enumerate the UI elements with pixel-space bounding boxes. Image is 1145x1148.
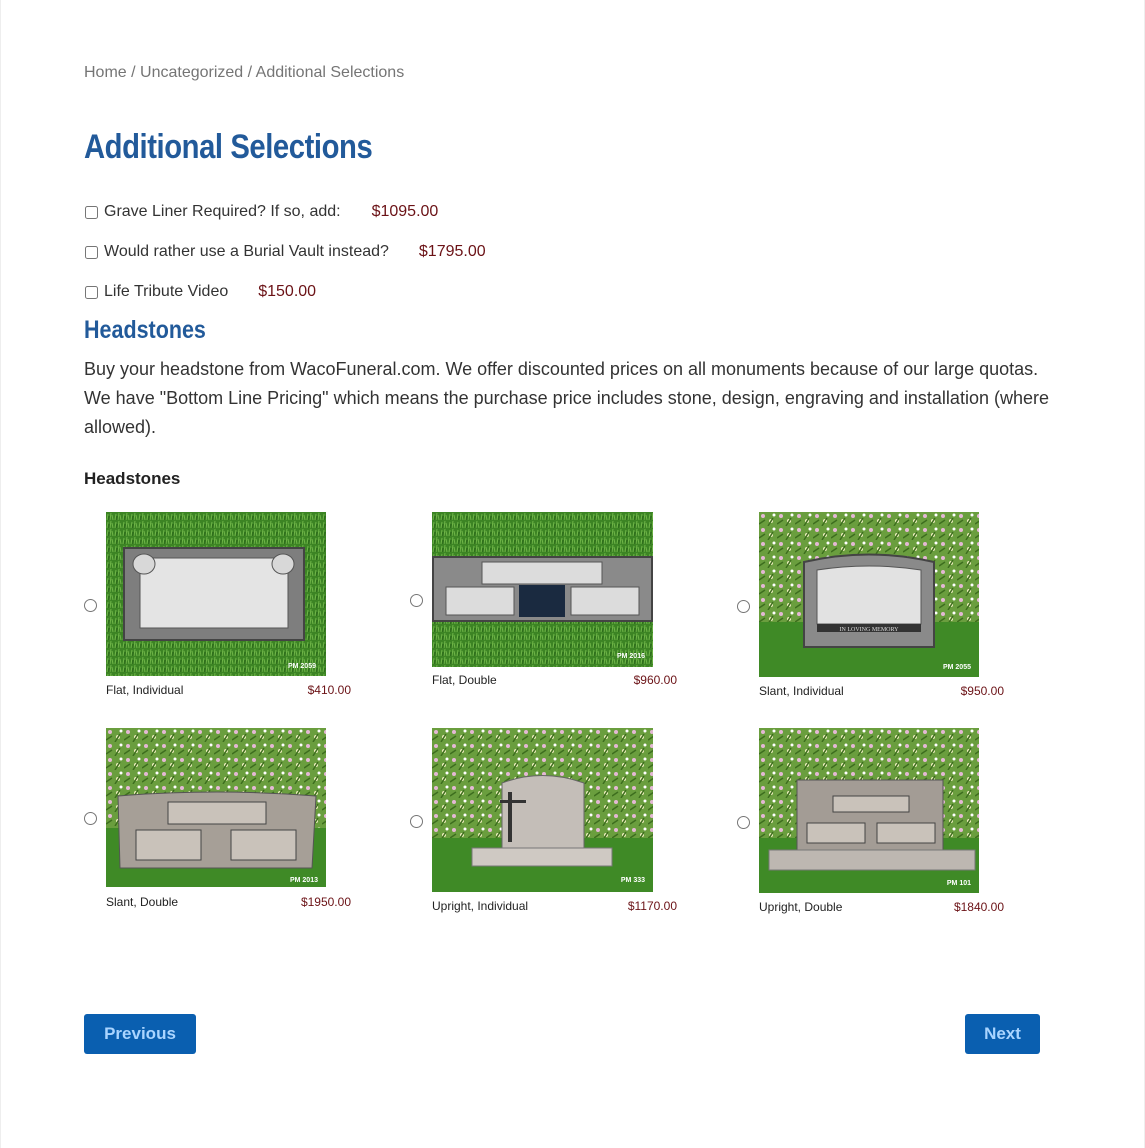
headstone-option-slant-double[interactable]: PM 2013 Slant, Double $1950.00 [84, 728, 364, 918]
addon-price: $1095.00 [371, 203, 439, 220]
model-number: PM 2013 [290, 877, 318, 884]
headstone-option-flat-double[interactable]: PM 2016 Flat, Double $960.00 [410, 512, 690, 692]
headstone-name: Upright, Double [759, 900, 843, 914]
addon-price: $150.00 [258, 283, 317, 300]
headstone-option-flat-individual[interactable]: PM 2059 Flat, Individual $410.00 [84, 512, 364, 702]
addon-price: $1795.00 [418, 243, 486, 260]
headstone-caption: Slant, Individual $950.00 [759, 684, 1004, 698]
breadcrumb-separator: / [126, 64, 141, 81]
model-number: PM 2059 [288, 663, 316, 670]
breadcrumb: Home / Uncategorized / Additional Select… [84, 64, 404, 82]
headstone-name: Slant, Double [106, 895, 179, 909]
headstone-caption: Flat, Individual $410.00 [106, 683, 351, 697]
next-button[interactable]: Next [965, 1014, 1040, 1054]
headstone-radio[interactable] [410, 594, 423, 607]
flat-individual-headstone-illustration: PM 2059 [106, 512, 326, 676]
upright-individual-headstone-illustration: PM 333 [432, 728, 653, 892]
model-number: PM 101 [947, 880, 971, 887]
breadcrumb-home[interactable]: Home [84, 64, 127, 81]
breadcrumb-current: Additional Selections [255, 64, 405, 81]
page-title: Additional Selections [84, 128, 373, 166]
headstone-price: $1170.00 [627, 899, 677, 913]
model-number: PM 2055 [943, 664, 971, 671]
headstone-image: PM 101 [759, 728, 979, 893]
headstone-image: PM 333 [432, 728, 653, 892]
life-tribute-video-checkbox[interactable] [85, 285, 98, 299]
addon-life-tribute-video[interactable]: Life Tribute Video $150.00 [84, 283, 316, 301]
headstone-image: IN LOVING MEMORY PM 2055 [759, 512, 979, 677]
headstone-image: PM 2016 [432, 512, 653, 667]
headstone-option-upright-double[interactable]: PM 101 Upright, Double $1840.00 [737, 728, 1017, 918]
headstone-radio[interactable] [737, 816, 750, 829]
addon-label: Life Tribute Video [104, 283, 229, 300]
slant-individual-headstone-illustration: IN LOVING MEMORY PM 2055 [759, 512, 979, 677]
headstone-price: $960.00 [633, 673, 677, 687]
headstone-price: $1840.00 [953, 900, 1004, 914]
headstone-price: $950.00 [960, 684, 1004, 698]
headstone-name: Slant, Individual [759, 684, 844, 698]
addon-grave-liner[interactable]: Grave Liner Required? If so, add: $1095.… [84, 203, 438, 221]
headstones-heading: Headstones [84, 316, 206, 344]
headstone-name: Flat, Double [432, 673, 497, 687]
breadcrumb-uncategorized[interactable]: Uncategorized [140, 64, 243, 81]
headstone-radio[interactable] [84, 599, 97, 612]
addon-label: Grave Liner Required? If so, add: [104, 203, 341, 220]
headstone-radio[interactable] [737, 600, 750, 613]
headstone-name: Upright, Individual [432, 899, 529, 913]
grave-liner-checkbox[interactable] [85, 205, 98, 219]
headstone-image: PM 2059 [106, 512, 326, 676]
headstone-engraving: IN LOVING MEMORY [840, 627, 900, 633]
headstone-caption: Slant, Double $1950.00 [106, 895, 351, 909]
headstone-option-slant-individual[interactable]: IN LOVING MEMORY PM 2055 Slant, Individu… [737, 512, 1017, 702]
headstones-intro: Buy your headstone from WacoFuneral.com.… [84, 359, 1049, 437]
burial-vault-checkbox[interactable] [85, 245, 98, 259]
headstone-price: $410.00 [307, 683, 351, 697]
upright-double-headstone-illustration: PM 101 [759, 728, 979, 893]
previous-button[interactable]: Previous [84, 1014, 196, 1054]
headstone-radio[interactable] [410, 815, 423, 828]
model-number: PM 333 [621, 877, 645, 884]
slant-double-headstone-illustration: PM 2013 [106, 728, 326, 887]
addon-burial-vault[interactable]: Would rather use a Burial Vault instead?… [84, 243, 486, 261]
flat-double-headstone-illustration: PM 2016 [432, 512, 653, 667]
headstones-group-label: Headstones [84, 469, 181, 488]
headstone-caption: Upright, Double $1840.00 [759, 900, 1004, 914]
model-number: PM 2016 [617, 653, 645, 660]
headstone-caption: Upright, Individual $1170.00 [432, 899, 677, 913]
headstone-radio[interactable] [84, 812, 97, 825]
headstone-image: PM 2013 [106, 728, 326, 887]
headstone-option-upright-individual[interactable]: PM 333 Upright, Individual $1170.00 [410, 728, 690, 918]
headstone-name: Flat, Individual [106, 683, 184, 697]
addon-label: Would rather use a Burial Vault instead? [104, 243, 389, 260]
headstone-price: $1950.00 [300, 895, 351, 909]
breadcrumb-separator: / [243, 64, 256, 81]
headstone-caption: Flat, Double $960.00 [432, 673, 677, 687]
